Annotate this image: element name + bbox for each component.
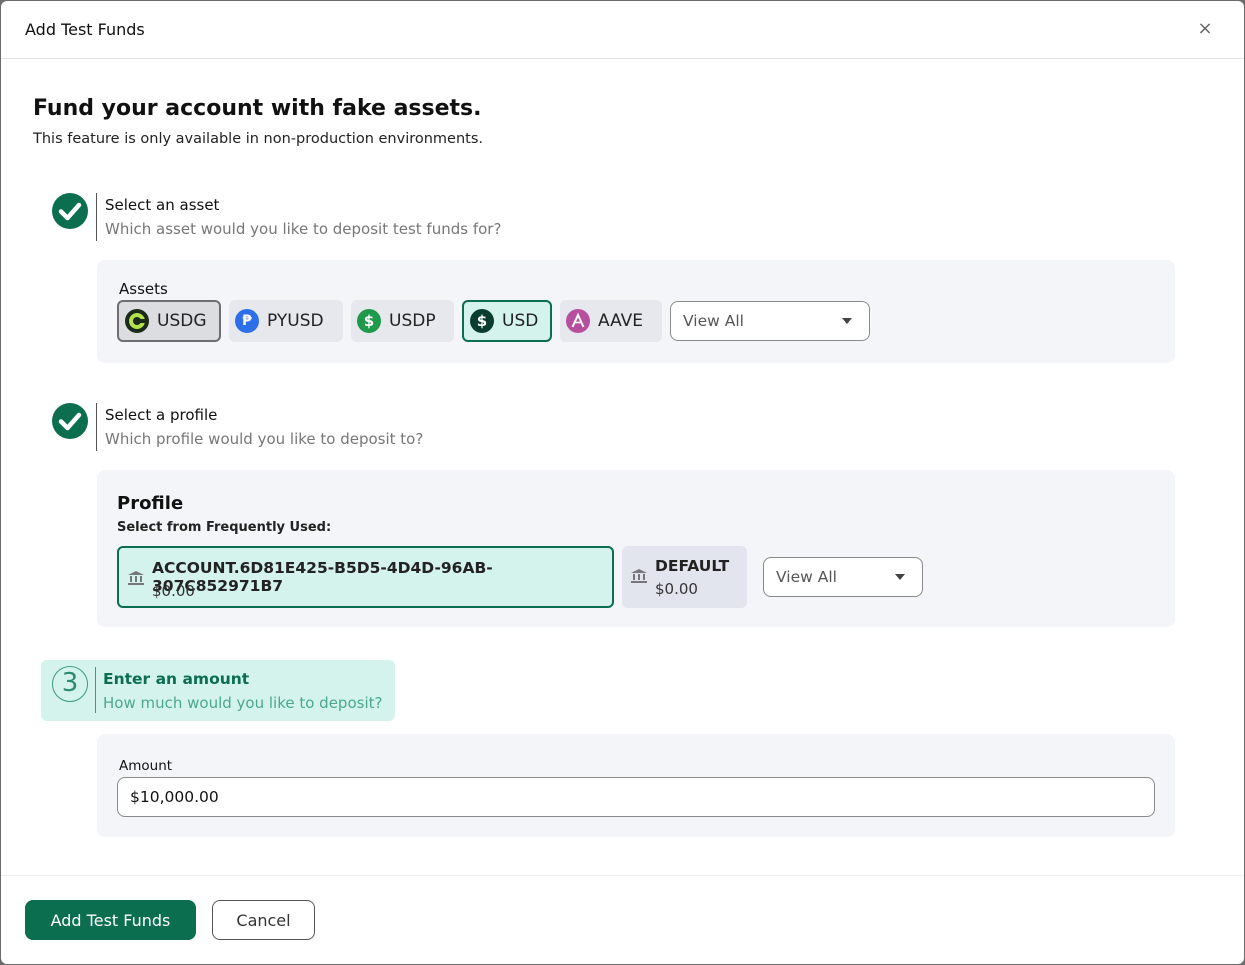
step-divider xyxy=(96,403,97,451)
add-test-funds-modal: Add Test Funds × Fund your account with … xyxy=(1,1,1244,964)
profile-subtitle: Select from Frequently Used: xyxy=(117,520,332,535)
asset-chip-usdp[interactable]: $ USDP xyxy=(351,300,454,342)
assets-view-all-dropdown[interactable]: View All xyxy=(670,301,870,341)
profile-name: ACCOUNT.6D81E425-B5D5-4D4D-96AB-307C8529… xyxy=(152,559,493,595)
caret-down-icon xyxy=(842,318,852,324)
asset-chip-aave[interactable]: AAVE xyxy=(560,300,662,342)
check-circle-icon xyxy=(52,403,88,439)
step-title: Select a profile xyxy=(105,406,218,424)
step-divider xyxy=(95,667,96,713)
modal-header: Add Test Funds × xyxy=(1,1,1244,59)
usd-icon: $ xyxy=(470,309,494,333)
step-description: Which asset would you like to deposit te… xyxy=(105,220,502,238)
assets-panel: Assets USDG ₱ PYUSD $ USDP $ USD AAVE Vi… xyxy=(97,260,1175,363)
profile-title: Profile xyxy=(117,493,184,514)
step-select-profile: Select a profile Which profile would you… xyxy=(1,401,601,459)
asset-label: USDG xyxy=(157,311,207,331)
step-description: How much would you like to deposit? xyxy=(103,694,383,712)
check-circle-icon xyxy=(52,193,88,229)
usdp-icon: $ xyxy=(357,309,381,333)
amount-panel: Amount xyxy=(97,734,1175,837)
dropdown-label: View All xyxy=(683,312,744,330)
pyusd-icon: ₱ xyxy=(235,309,259,333)
page-title: Fund your account with fake assets. xyxy=(33,96,482,121)
page-subtitle: This feature is only available in non-pr… xyxy=(33,131,484,147)
amount-input[interactable] xyxy=(117,777,1155,817)
bank-icon xyxy=(128,571,144,585)
profile-panel: Profile Select from Frequently Used: ACC… xyxy=(97,470,1175,627)
usdg-icon xyxy=(125,309,149,333)
asset-label: AAVE xyxy=(598,311,644,331)
step-description: Which profile would you like to deposit … xyxy=(105,430,424,448)
amount-label: Amount xyxy=(119,758,173,774)
profile-view-all-dropdown[interactable]: View All xyxy=(763,557,923,597)
modal-footer: Add Test Funds Cancel xyxy=(1,875,1244,964)
cancel-button[interactable]: Cancel xyxy=(212,900,315,940)
asset-label: USDP xyxy=(389,311,436,331)
asset-chip-pyusd[interactable]: ₱ PYUSD xyxy=(229,300,343,342)
step-divider xyxy=(96,193,97,241)
step-select-asset: Select an asset Which asset would you li… xyxy=(1,191,601,249)
asset-label: USD xyxy=(502,311,539,331)
asset-label: PYUSD xyxy=(267,311,324,331)
step-title: Select an asset xyxy=(105,196,220,214)
profile-card-account[interactable]: ACCOUNT.6D81E425-B5D5-4D4D-96AB-307C8529… xyxy=(117,546,614,608)
close-icon[interactable]: × xyxy=(1196,20,1214,38)
profile-balance: $0.00 xyxy=(655,580,698,598)
step-number-badge: 3 xyxy=(52,666,88,702)
aave-icon xyxy=(566,309,590,333)
caret-down-icon xyxy=(895,574,905,580)
step-title: Enter an amount xyxy=(103,670,250,688)
step-enter-amount: 3 Enter an amount How much would you lik… xyxy=(41,660,395,721)
dropdown-label: View All xyxy=(776,568,837,586)
profile-card-default[interactable]: DEFAULT $0.00 xyxy=(622,546,747,608)
bank-icon xyxy=(631,569,647,583)
assets-label: Assets xyxy=(119,280,168,298)
asset-chip-usdg[interactable]: USDG xyxy=(117,300,221,342)
profile-balance: $0.00 xyxy=(152,582,195,600)
modal-title: Add Test Funds xyxy=(25,20,145,39)
profile-name: DEFAULT xyxy=(655,557,730,575)
add-test-funds-button[interactable]: Add Test Funds xyxy=(25,900,196,940)
asset-chip-usd[interactable]: $ USD xyxy=(462,300,552,342)
